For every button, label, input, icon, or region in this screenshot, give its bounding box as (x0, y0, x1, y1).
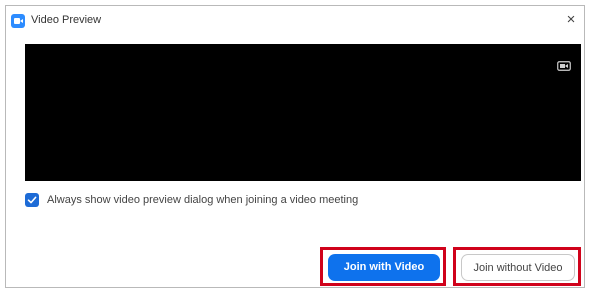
join-without-video-button[interactable]: Join without Video (461, 254, 575, 281)
checkmark-icon (27, 196, 37, 204)
join-with-video-button[interactable]: Join with Video (328, 254, 440, 281)
always-show-preview-label: Always show video preview dialog when jo… (47, 194, 359, 206)
zoom-logo-icon (11, 14, 25, 28)
video-preview-dialog: Video Preview × Always show video previe… (5, 5, 585, 288)
always-show-preview-checkbox[interactable] (25, 193, 39, 207)
camera-settings-icon[interactable] (557, 58, 571, 71)
window-title: Video Preview (31, 14, 102, 26)
close-icon[interactable]: × (562, 11, 580, 29)
title-bar: Video Preview × (6, 6, 584, 36)
video-preview-area (25, 44, 581, 181)
